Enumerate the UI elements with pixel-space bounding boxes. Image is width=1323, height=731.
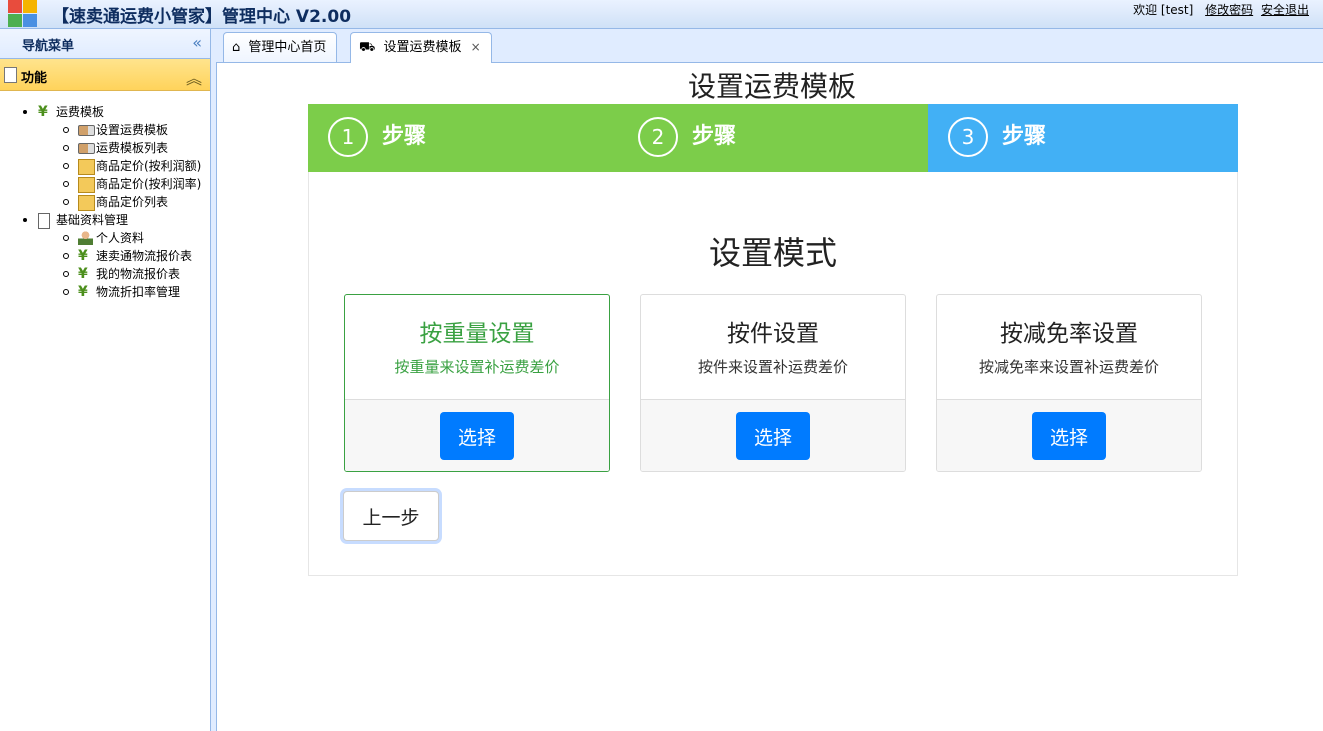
mode-card-by-discount-rate[interactable]: 按减免率设置 按减免率来设置补运费差价 选择 [936, 294, 1202, 472]
mode-card-by-piece[interactable]: 按件设置 按件来设置补运费差价 选择 [640, 294, 906, 472]
select-by-discount-rate-button[interactable]: 选择 [1032, 412, 1106, 460]
home-icon: ⌂ [232, 40, 241, 55]
folder-icon [78, 177, 95, 193]
circle-bullet-icon [63, 271, 69, 277]
clipboard-icon [4, 67, 17, 83]
card-title: 按减免率设置 [1000, 321, 1138, 347]
close-tab-icon[interactable]: × [471, 40, 481, 54]
tree-group-freight-template[interactable]: ¥ 运费模板 [0, 103, 210, 121]
user-icon [78, 231, 93, 245]
tree-item-freight-template-list[interactable]: 运费模板列表 [0, 139, 210, 157]
tree-item-label: 商品定价(按利润额) [96, 159, 202, 173]
app-title: 【速卖通运费小管家】管理中心 V2.00 [52, 7, 352, 27]
circle-bullet-icon [63, 199, 69, 205]
folder-icon [78, 159, 95, 175]
select-by-piece-button[interactable]: 选择 [736, 412, 810, 460]
step-1: 1 步骤 [308, 104, 618, 172]
bullet-icon [23, 218, 27, 222]
step-label: 步骤 [692, 124, 737, 149]
card-footer: 选择 [345, 399, 609, 471]
truck-icon [78, 125, 95, 136]
tab-bar: ⌂ 管理中心首页 ⛟ 设置运费模板 × [216, 29, 1323, 63]
circle-bullet-icon [63, 163, 69, 169]
circle-bullet-icon [63, 253, 69, 259]
tree-group-label: 运费模板 [56, 105, 105, 119]
step-2: 2 步骤 [618, 104, 928, 172]
nav-menu-header: 导航菜单 « [0, 29, 210, 59]
logout-link[interactable]: 安全退出 [1261, 3, 1309, 17]
tab-label: 管理中心首页 [248, 40, 327, 55]
yen-icon: ¥ [38, 104, 48, 120]
bullet-icon [23, 110, 27, 114]
mode-card-by-weight[interactable]: 按重量设置 按重量来设置补运费差价 选择 [344, 294, 610, 472]
select-by-weight-button[interactable]: 选择 [440, 412, 514, 460]
tree-group-basic-data[interactable]: 基础资料管理 [0, 211, 210, 229]
tree-item-profile[interactable]: 个人资料 [0, 229, 210, 247]
tree-group-label: 基础资料管理 [56, 213, 129, 227]
sidebar: 导航菜单 « 功能 ︽ ¥ 运费模板 设置运费模板 运费模板列表 商品定价(按利… [0, 29, 211, 731]
nav-menu-title: 导航菜单 [22, 39, 75, 54]
step-label: 步骤 [382, 124, 427, 149]
yen-icon: ¥ [78, 266, 88, 282]
circle-bullet-icon [63, 127, 69, 133]
tree-item-set-freight-template[interactable]: 设置运费模板 [0, 121, 210, 139]
tab-set-freight-template[interactable]: ⛟ 设置运费模板 × [350, 32, 492, 63]
truck-icon: ⛟ [359, 40, 376, 55]
card-description: 按重量来设置补运费差价 [394, 358, 560, 376]
function-section-header[interactable]: 功能 ︽ [0, 59, 210, 91]
card-description: 按减免率来设置补运费差价 [978, 358, 1159, 376]
app-header: 【速卖通运费小管家】管理中心 V2.00 欢迎 [test] 修改密码 安全退出 [0, 0, 1323, 29]
tab-home[interactable]: ⌂ 管理中心首页 [223, 32, 338, 62]
truck-icon [78, 143, 95, 154]
mode-panel: 设置模式 按重量设置 按重量来设置补运费差价 选择 按件设置 按件来设置补运费差… [308, 172, 1238, 576]
change-password-link[interactable]: 修改密码 [1205, 3, 1253, 17]
folder-icon [78, 195, 95, 211]
card-footer: 选择 [937, 399, 1201, 471]
document-icon [38, 213, 50, 229]
tree-item-label: 个人资料 [96, 231, 145, 245]
card-title: 按重量设置 [419, 321, 535, 347]
step-progress-bar: 1 步骤 2 步骤 3 步骤 [308, 104, 1238, 172]
step-number: 3 [948, 117, 988, 157]
step-number: 1 [328, 117, 368, 157]
function-section-title: 功能 [21, 71, 48, 86]
tree-item-pricing-by-profit-amount[interactable]: 商品定价(按利润额) [0, 157, 210, 175]
previous-step-button[interactable]: 上一步 [343, 491, 439, 541]
tree-item-label: 商品定价列表 [96, 195, 169, 209]
tree-item-aliexpress-logistics-rates[interactable]: ¥ 速卖通物流报价表 [0, 247, 210, 265]
circle-bullet-icon [63, 145, 69, 151]
card-description: 按件来设置补运费差价 [697, 358, 848, 376]
step-3: 3 步骤 [928, 104, 1238, 172]
card-footer: 选择 [641, 399, 905, 471]
tree-item-label: 速卖通物流报价表 [96, 249, 193, 263]
collapse-section-icon[interactable]: ︽ [186, 65, 202, 89]
page-title: 设置运费模板 [687, 70, 856, 103]
collapse-sidebar-icon[interactable]: « [192, 33, 202, 52]
tree-item-label: 我的物流报价表 [96, 267, 181, 281]
yen-icon: ¥ [78, 284, 88, 300]
card-title: 按件设置 [727, 321, 819, 347]
tree-item-label: 商品定价(按利润率) [96, 177, 202, 191]
circle-bullet-icon [63, 289, 69, 295]
function-tree: ¥ 运费模板 设置运费模板 运费模板列表 商品定价(按利润额) 商品定价(按利润… [0, 103, 210, 301]
circle-bullet-icon [63, 181, 69, 187]
tree-item-label: 设置运费模板 [96, 123, 169, 137]
circle-bullet-icon [63, 235, 69, 241]
app-logo-icon [8, 0, 38, 28]
tree-item-label: 物流折扣率管理 [96, 285, 181, 299]
header-user-area: 欢迎 [test] 修改密码 安全退出 [1133, 1, 1309, 18]
mode-title: 设置模式 [708, 234, 837, 272]
step-number: 2 [638, 117, 678, 157]
tab-label: 设置运费模板 [383, 40, 462, 55]
welcome-text: 欢迎 [test] [1133, 3, 1194, 17]
tree-item-discount-rate-management[interactable]: ¥ 物流折扣率管理 [0, 283, 210, 301]
step-label: 步骤 [1002, 124, 1047, 149]
tree-item-pricing-by-profit-rate[interactable]: 商品定价(按利润率) [0, 175, 210, 193]
tree-item-pricing-list[interactable]: 商品定价列表 [0, 193, 210, 211]
yen-icon: ¥ [78, 248, 88, 264]
main-content: 设置运费模板 1 步骤 2 步骤 3 步骤 设置模式 按重量设置 按重量来设置补… [217, 63, 1323, 731]
tree-item-label: 运费模板列表 [96, 141, 169, 155]
tree-item-my-logistics-rates[interactable]: ¥ 我的物流报价表 [0, 265, 210, 283]
